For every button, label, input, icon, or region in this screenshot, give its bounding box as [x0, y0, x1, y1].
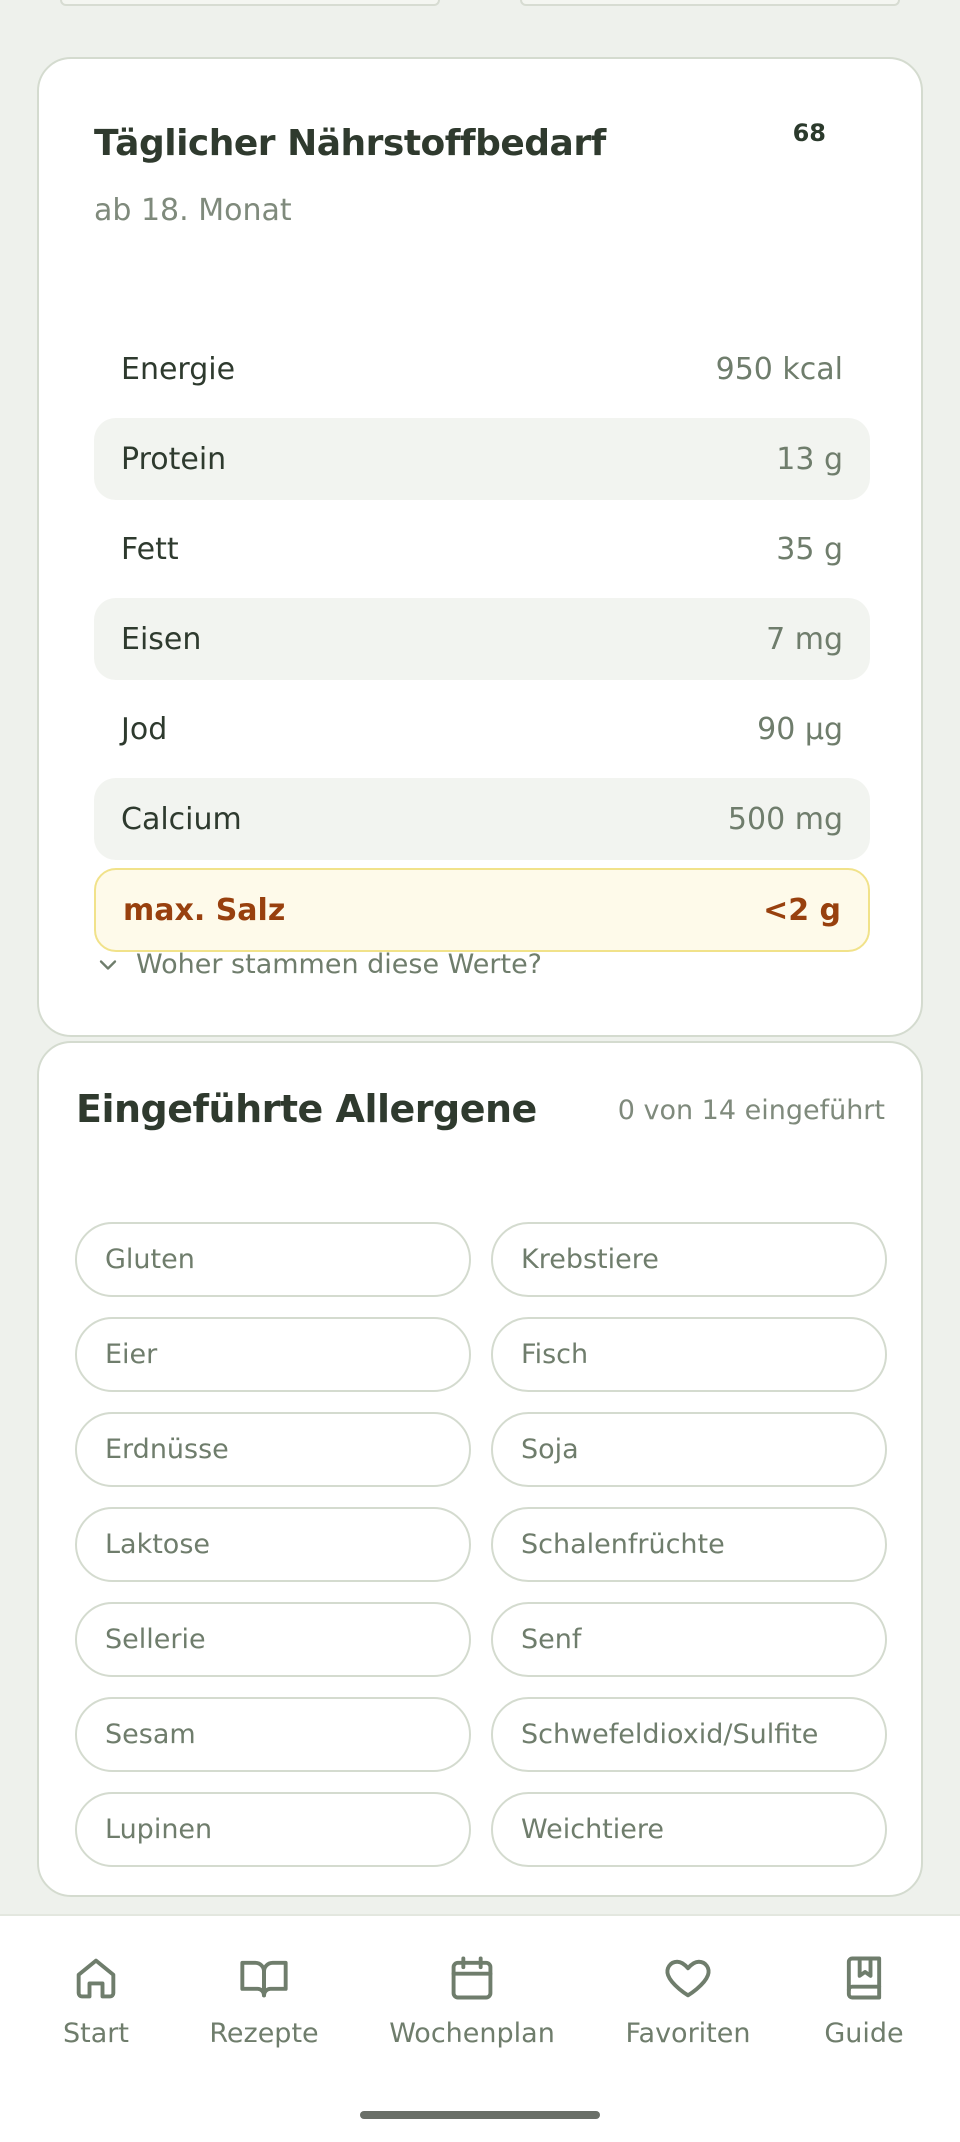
nutrient-row-protein: Protein 13 g	[94, 418, 870, 500]
nutrient-row-fat: Fett 35 g	[94, 508, 870, 590]
nav-item-wochenplan[interactable]: Wochenplan	[389, 1952, 555, 2049]
allergen-card: Eingeführte Allergene 0 von 14 eingeführ…	[37, 1041, 923, 1897]
bottom-navigation: Start Rezepte Wochenplan Favoriten Guide	[0, 1914, 960, 2142]
nutrient-value: 950 kcal	[715, 351, 843, 387]
nutrient-row-salt: max. Salz <2 g	[94, 868, 870, 952]
nutrient-row-iodine: Jod 90 µg	[94, 688, 870, 770]
allergen-chip[interactable]: Laktose	[75, 1507, 471, 1582]
nav-label: Rezepte	[209, 2018, 319, 2049]
nutrient-label: Energie	[121, 351, 236, 387]
heart-icon	[665, 1959, 711, 1998]
nutrient-value: 13 g	[776, 441, 843, 477]
nutrient-row-energy: Energie 950 kcal	[94, 328, 870, 410]
home-indicator[interactable]	[360, 2111, 600, 2119]
nav-label: Favoriten	[625, 2018, 751, 2049]
nav-label: Start	[63, 2018, 129, 2049]
previous-card-edge-right	[520, 0, 900, 6]
nutrient-label: Fett	[121, 531, 179, 567]
nav-label: Guide	[824, 2018, 904, 2049]
allergen-chip[interactable]: Schwefeldioxid/Sulfite	[491, 1697, 887, 1772]
allergen-chip[interactable]: Gluten	[75, 1222, 471, 1297]
salt-label: max. Salz	[123, 892, 286, 928]
allergen-chip[interactable]: Sellerie	[75, 1602, 471, 1677]
nav-label: Wochenplan	[389, 2018, 555, 2049]
home-icon	[76, 1958, 116, 1999]
nutrient-row-iron: Eisen 7 mg	[94, 598, 870, 680]
allergen-chip[interactable]: Sesam	[75, 1697, 471, 1772]
source-info-toggle[interactable]: Woher stammen diese Werte?	[94, 949, 542, 980]
allergen-chip[interactable]: Soja	[491, 1412, 887, 1487]
nutrient-value: 35 g	[776, 531, 843, 567]
allergen-chip[interactable]: Senf	[491, 1602, 887, 1677]
allergen-chip[interactable]: Erdnüsse	[75, 1412, 471, 1487]
nutrition-card: 68 Täglicher Nährstoffbedarf ab 18. Mona…	[37, 57, 923, 1037]
previous-card-edge-left	[60, 0, 440, 6]
nutrient-label: Eisen	[121, 621, 202, 657]
book-open-icon	[240, 1960, 288, 1998]
bookmark-book-icon	[846, 1956, 882, 2000]
nutrient-label: Jod	[121, 711, 168, 747]
nutrient-value: 500 mg	[727, 801, 843, 837]
chevron-down-icon	[99, 959, 117, 970]
nutrient-row-calcium: Calcium 500 mg	[94, 778, 870, 860]
allergen-chip[interactable]: Weichtiere	[491, 1792, 887, 1867]
nutrient-value: 7 mg	[766, 621, 843, 657]
allergen-chip[interactable]: Krebstiere	[491, 1222, 887, 1297]
age-badge: 68	[792, 119, 826, 147]
nav-item-start[interactable]: Start	[63, 1952, 129, 2049]
allergen-title: Eingeführte Allergene	[76, 1087, 537, 1131]
allergen-chip[interactable]: Schalenfrüchte	[491, 1507, 887, 1582]
nutrient-value: 90 µg	[757, 711, 843, 747]
allergen-chip[interactable]: Lupinen	[75, 1792, 471, 1867]
allergen-chip[interactable]: Fisch	[491, 1317, 887, 1392]
allergen-chip[interactable]: Eier	[75, 1317, 471, 1392]
nutrition-subtitle: ab 18. Monat	[94, 193, 292, 228]
calendar-icon	[451, 1956, 493, 2000]
nutrition-title: Täglicher Nährstoffbedarf	[94, 123, 606, 164]
allergen-grid: Gluten Krebstiere Eier Fisch Erdnüsse So…	[75, 1222, 887, 1867]
nutrient-label: Calcium	[121, 801, 242, 837]
nav-item-rezepte[interactable]: Rezepte	[209, 1952, 319, 2049]
nav-item-guide[interactable]: Guide	[824, 1952, 904, 2049]
nutrient-label: Protein	[121, 441, 227, 477]
salt-value: <2 g	[763, 892, 841, 928]
source-info-label: Woher stammen diese Werte?	[136, 949, 543, 980]
nutrient-list: Energie 950 kcal Protein 13 g Fett 35 g …	[94, 328, 870, 960]
nav-item-favoriten[interactable]: Favoriten	[625, 1952, 751, 2049]
allergen-count: 0 von 14 eingeführt	[617, 1095, 885, 1126]
